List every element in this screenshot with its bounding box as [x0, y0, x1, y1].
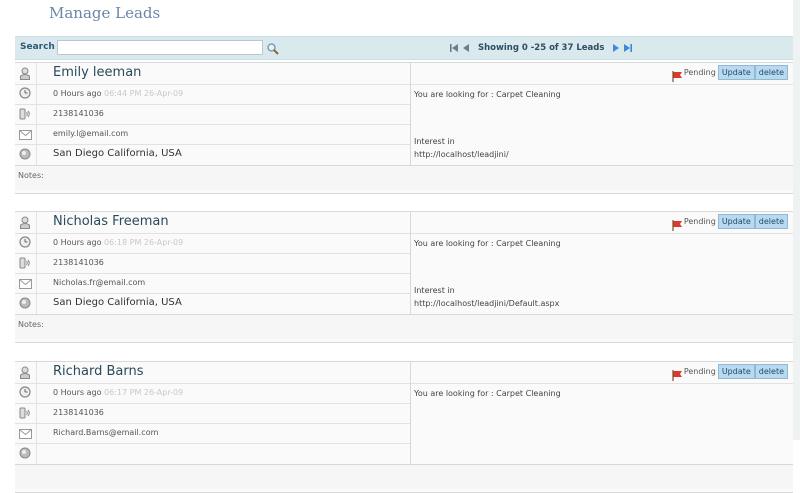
person-icon — [18, 215, 32, 229]
lead-notes: Notes: — [15, 165, 793, 190]
time-ago: 0 Hours ago — [53, 238, 102, 247]
phone-icon — [18, 256, 32, 270]
update-button[interactable]: Update — [717, 214, 755, 229]
lead-request: Pending Update delete You are looking fo… — [410, 63, 794, 165]
globe-icon — [18, 147, 32, 161]
lead-phone: 2138141036 — [53, 109, 104, 118]
delete-button[interactable]: delete — [754, 65, 788, 80]
update-button[interactable]: Update — [717, 364, 755, 379]
globe-icon — [18, 446, 32, 460]
page-title: Manage Leads — [49, 4, 161, 22]
lead-location: San Diego California, USA — [53, 297, 182, 308]
mail-icon — [18, 427, 32, 441]
delete-button[interactable]: delete — [754, 214, 788, 229]
looking-for: You are looking for : Carpet Cleaning — [414, 90, 561, 99]
time-ago: 0 Hours ago — [53, 89, 102, 98]
lead-status: Pending Update delete — [672, 214, 788, 231]
clock-icon — [18, 235, 32, 249]
lead-location-row: San Diego California, USA — [15, 293, 410, 315]
lead-time-row: 0 Hours ago 06:18 PM 26-Apr-09 — [15, 233, 410, 254]
status-label: Pending — [683, 367, 716, 376]
looking-for: You are looking for : Carpet Cleaning — [414, 389, 561, 398]
mail-icon — [18, 277, 32, 291]
lead-card: Nicholas Freeman 0 Hours ago 06:18 PM 26… — [15, 211, 794, 343]
interest-label: Interest in — [414, 286, 455, 295]
globe-icon — [18, 296, 32, 310]
timestamp: 06:44 PM 26-Apr-09 — [104, 89, 184, 98]
lead-phone: 2138141036 — [53, 258, 104, 267]
interest-url[interactable]: http://localhost/leadjini/ — [414, 150, 509, 159]
lead-name-row: Richard Barns — [15, 362, 410, 384]
lead-time-row: 0 Hours ago 06:17 PM 26-Apr-09 — [15, 383, 410, 404]
lead-phone-row: 2138141036 — [15, 253, 410, 274]
first-page-icon[interactable] — [448, 42, 460, 54]
delete-button[interactable]: delete — [754, 364, 788, 379]
flag-icon — [672, 366, 683, 381]
lead-email[interactable]: Richard.Barns@email.com — [53, 428, 158, 437]
interest-label: Interest in — [414, 137, 455, 146]
clock-icon — [18, 86, 32, 100]
lead-location-row — [15, 443, 410, 465]
lead-email[interactable]: emily.l@email.com — [53, 129, 128, 138]
search-toolbar: Search Showing 0 -25 of 37 Leads — [15, 36, 793, 60]
lead-email[interactable]: Nicholas.fr@email.com — [53, 278, 145, 287]
last-page-icon[interactable] — [622, 42, 634, 54]
pager: Showing 0 -25 of 37 Leads — [448, 41, 634, 55]
clock-icon — [18, 385, 32, 399]
previous-page-icon[interactable] — [460, 42, 472, 54]
lead-request: Pending Update delete You are looking fo… — [410, 362, 794, 464]
lead-notes — [15, 464, 793, 489]
lead-time-row: 0 Hours ago 06:44 PM 26-Apr-09 — [15, 84, 410, 105]
flag-icon — [672, 216, 683, 231]
person-icon — [18, 365, 32, 379]
notes-label: Notes: — [18, 320, 44, 329]
lead-name[interactable]: Emily leeman — [53, 65, 141, 80]
time-ago: 0 Hours ago — [53, 388, 102, 397]
status-label: Pending — [683, 68, 716, 77]
mail-icon — [18, 128, 32, 142]
person-icon — [18, 66, 32, 80]
lead-status: Pending Update delete — [672, 65, 788, 82]
lead-status: Pending Update delete — [672, 364, 788, 381]
notes-label: Notes: — [18, 171, 44, 180]
lead-location-row: San Diego California, USA — [15, 144, 410, 166]
timestamp: 06:18 PM 26-Apr-09 — [104, 238, 184, 247]
lead-phone: 2138141036 — [53, 408, 104, 417]
search-label: Search — [20, 42, 55, 52]
search-input[interactable] — [57, 40, 263, 55]
looking-for: You are looking for : Carpet Cleaning — [414, 239, 561, 248]
lead-name-row: Nicholas Freeman — [15, 212, 410, 234]
search-icon[interactable] — [266, 41, 280, 55]
phone-icon — [18, 107, 32, 121]
status-label: Pending — [683, 217, 716, 226]
update-button[interactable]: Update — [717, 65, 755, 80]
phone-icon — [18, 406, 32, 420]
next-page-icon[interactable] — [610, 42, 622, 54]
pager-status: Showing 0 -25 of 37 Leads — [478, 43, 605, 53]
lead-email-row: Nicholas.fr@email.com — [15, 273, 410, 294]
lead-request: Pending Update delete You are looking fo… — [410, 212, 794, 314]
lead-name[interactable]: Richard Barns — [53, 364, 144, 379]
lead-email-row: Richard.Barns@email.com — [15, 423, 410, 444]
flag-icon — [672, 67, 683, 82]
lead-name-row: Emily leeman — [15, 63, 410, 85]
lead-name[interactable]: Nicholas Freeman — [53, 214, 169, 229]
lead-card: Richard Barns 0 Hours ago 06:17 PM 26-Ap… — [15, 361, 794, 493]
lead-email-row: emily.l@email.com — [15, 124, 410, 145]
lead-location: San Diego California, USA — [53, 148, 182, 159]
scrollbar[interactable] — [793, 0, 800, 440]
lead-phone-row: 2138141036 — [15, 403, 410, 424]
interest-url[interactable]: http://localhost/leadjini/Default.aspx — [414, 299, 559, 308]
timestamp: 06:17 PM 26-Apr-09 — [104, 388, 184, 397]
lead-card: Emily leeman 0 Hours ago 06:44 PM 26-Apr… — [15, 62, 794, 194]
lead-phone-row: 2138141036 — [15, 104, 410, 125]
lead-notes: Notes: — [15, 314, 793, 339]
